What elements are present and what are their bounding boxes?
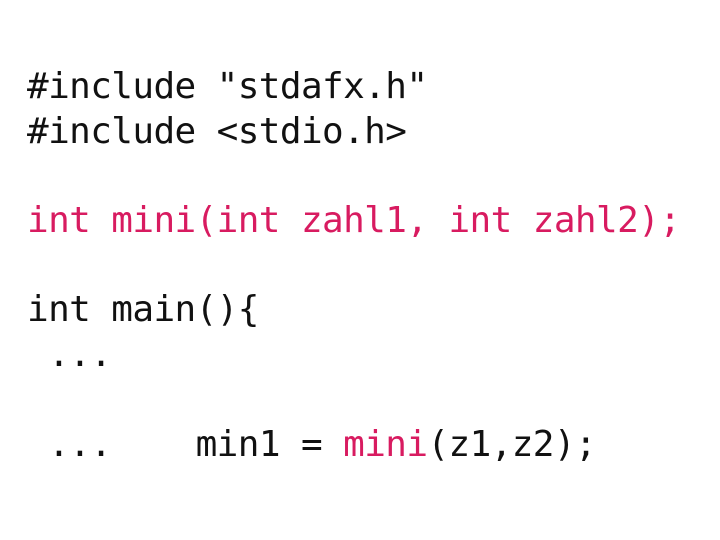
code-line-main-open: int main(){ [27,289,259,330]
code-line-call-mini: min1 = mini(z1,z2); [27,377,720,465]
code-line-blank-1 [27,154,720,198]
code-block: #include "stdafx.h" #include <stdio.h> i… [27,64,720,467]
slide-canvas: #include "stdafx.h" #include <stdio.h> i… [0,0,720,540]
code-line-include-stdio: #include <stdio.h> [27,111,407,152]
code-line-ellipsis-1: ... [27,334,112,375]
code-line-prototype-mini: int mini(int zahl1, int zahl2); [27,200,681,241]
call-assign-prefix: min1 = [153,424,344,465]
call-function-name: mini [343,424,428,465]
code-line-blank-2 [27,243,720,287]
call-arguments: (z1,z2); [427,424,597,465]
code-line-include-stdafx: #include "stdafx.h" [27,66,428,107]
